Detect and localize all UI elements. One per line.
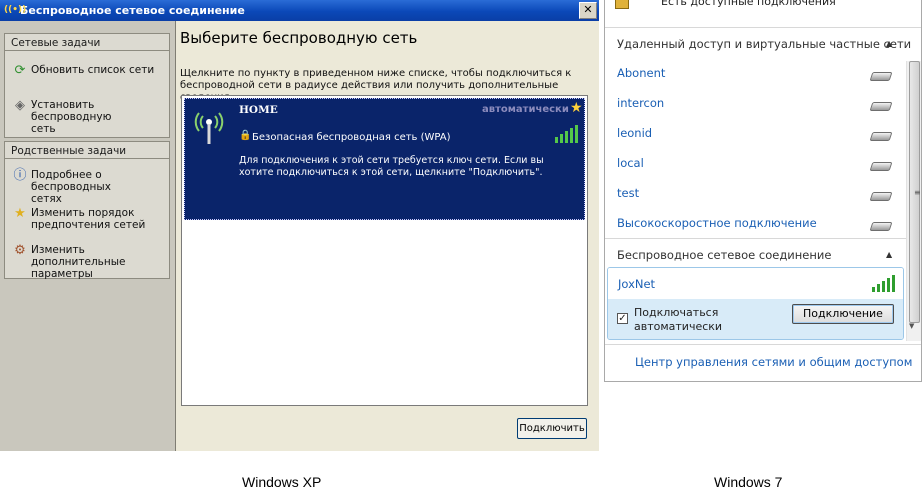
network-details: ✓ Подключаться автоматически Подключение xyxy=(608,299,903,339)
xp-title-bar: ((•)) Беспроводное сетевое соединение xyxy=(0,0,599,21)
collapse-chevron-icon[interactable]: ▲ xyxy=(886,250,892,259)
connect-button[interactable]: Подключить xyxy=(517,418,587,439)
info-icon: ⓘ xyxy=(13,168,27,183)
dialup-connection-icon xyxy=(869,222,893,231)
wireless-section-title[interactable]: Беспроводное сетевое соединение xyxy=(617,248,831,262)
vpn-connection-leonid[interactable]: leonid xyxy=(617,126,652,140)
grip-icon: ≡ xyxy=(914,188,921,197)
signal-strength-icon xyxy=(872,275,896,292)
scroll-down-arrow-icon[interactable]: ▼ xyxy=(909,322,914,330)
network-security: Безопасная беспроводная сеть (WPA) xyxy=(252,132,451,143)
task-label: Подробнее о беспроводных сетях xyxy=(31,169,111,205)
dialup-connection-icon xyxy=(869,72,893,81)
wireless-antenna-icon xyxy=(194,112,224,144)
separator xyxy=(605,344,921,345)
separator xyxy=(605,238,921,239)
network-row[interactable]: JoxNet xyxy=(608,268,903,299)
available-connections-label: Есть доступные подключения xyxy=(661,0,836,8)
signal-strength-icon xyxy=(555,125,581,143)
preferred-star-icon: ★ xyxy=(570,100,583,116)
caption-windows-xp: Windows XP xyxy=(242,474,322,490)
network-status: автоматически xyxy=(482,104,569,115)
vpn-connection-intercon[interactable]: intercon xyxy=(617,96,664,110)
caption-windows-7: Windows 7 xyxy=(714,474,783,490)
task-label: Установить беспроводную сеть xyxy=(31,99,112,135)
task-label: Изменить дополнительные параметры xyxy=(31,244,126,280)
lock-icon: 🔒 xyxy=(239,130,252,141)
star-icon: ★ xyxy=(14,206,26,221)
related-tasks-panel: Родственные задачи ⓘ Подробнее о беспров… xyxy=(4,141,170,280)
settings-icon: ⚙ xyxy=(14,243,26,258)
separator xyxy=(605,27,921,28)
change-preferred-order-task[interactable]: ★ Изменить порядок предпочтения сетей xyxy=(11,206,167,232)
related-tasks-title: Родственные задачи xyxy=(11,145,127,157)
panel-divider xyxy=(5,158,169,159)
learn-wireless-task[interactable]: ⓘ Подробнее о беспроводных сетях xyxy=(11,168,167,205)
network-tasks-title: Сетевые задачи xyxy=(11,37,101,49)
refresh-network-list-task[interactable]: ⟳ Обновить список сети xyxy=(11,63,167,79)
vpn-connection-abonent[interactable]: Abonent xyxy=(617,66,665,80)
refresh-icon: ⟳ xyxy=(14,63,26,78)
network-tasks-panel: Сетевые задачи ⟳ Обновить список сети ◈ … xyxy=(4,33,170,138)
collapse-chevron-icon[interactable]: ▲ xyxy=(886,39,892,48)
network-item-home[interactable]: HOME автоматически ★ 🔒 Безопасная беспро… xyxy=(184,98,585,220)
w7-network-flyout: Есть доступные подключения Удаленный дос… xyxy=(604,0,922,382)
network-center-link[interactable]: Центр управления сетями и общим доступом xyxy=(635,355,912,369)
network-list: HOME автоматически ★ 🔒 Безопасная беспро… xyxy=(181,95,588,406)
task-label: Изменить порядок предпочтения сетей xyxy=(31,207,146,231)
setup-wireless-network-task[interactable]: ◈ Установить беспроводную сеть xyxy=(11,98,167,135)
dialup-connection-icon xyxy=(869,192,893,201)
connect-button[interactable]: Подключение xyxy=(792,304,894,324)
vpn-section-title[interactable]: Удаленный доступ и виртуальные частные с… xyxy=(617,37,911,51)
close-button[interactable]: ✕ xyxy=(579,2,597,19)
dialup-connection-icon xyxy=(869,132,893,141)
auto-connect-label[interactable]: Подключаться автоматически xyxy=(634,306,784,334)
change-advanced-settings-task[interactable]: ⚙ Изменить дополнительные параметры xyxy=(11,243,167,280)
page-title: Выберите беспроводную сеть xyxy=(180,29,418,47)
xp-wireless-window: ((•)) Беспроводное сетевое соединение ✕ … xyxy=(0,0,599,451)
network-detail: Для подключения к этой сети требуется кл… xyxy=(239,155,544,178)
vpn-connection-local[interactable]: local xyxy=(617,156,644,170)
vpn-connection-test[interactable]: test xyxy=(617,186,639,200)
scrollbar-thumb[interactable]: ≡ xyxy=(909,61,921,323)
panel-divider xyxy=(5,50,169,51)
scrollbar[interactable]: ≡ xyxy=(906,61,921,341)
wireless-network-icon: ((•)) xyxy=(4,5,27,15)
network-name: JoxNet xyxy=(618,277,656,291)
xp-task-pane: Сетевые задачи ⟳ Обновить список сети ◈ … xyxy=(0,21,175,451)
network-status-icon xyxy=(615,0,629,9)
task-label: Обновить список сети xyxy=(31,64,155,76)
setup-network-icon: ◈ xyxy=(15,98,25,113)
auto-connect-checkbox[interactable]: ✓ xyxy=(617,313,628,324)
xp-window-title: Беспроводное сетевое соединение xyxy=(20,4,245,17)
network-item-joxnet[interactable]: JoxNet ✓ Подключаться автоматически Подк… xyxy=(607,267,904,340)
pane-divider xyxy=(175,21,176,451)
vpn-connection-highspeed[interactable]: Высокоскоростное подключение xyxy=(617,216,817,230)
network-name: HOME xyxy=(239,104,278,116)
dialup-connection-icon xyxy=(869,162,893,171)
dialup-connection-icon xyxy=(869,102,893,111)
